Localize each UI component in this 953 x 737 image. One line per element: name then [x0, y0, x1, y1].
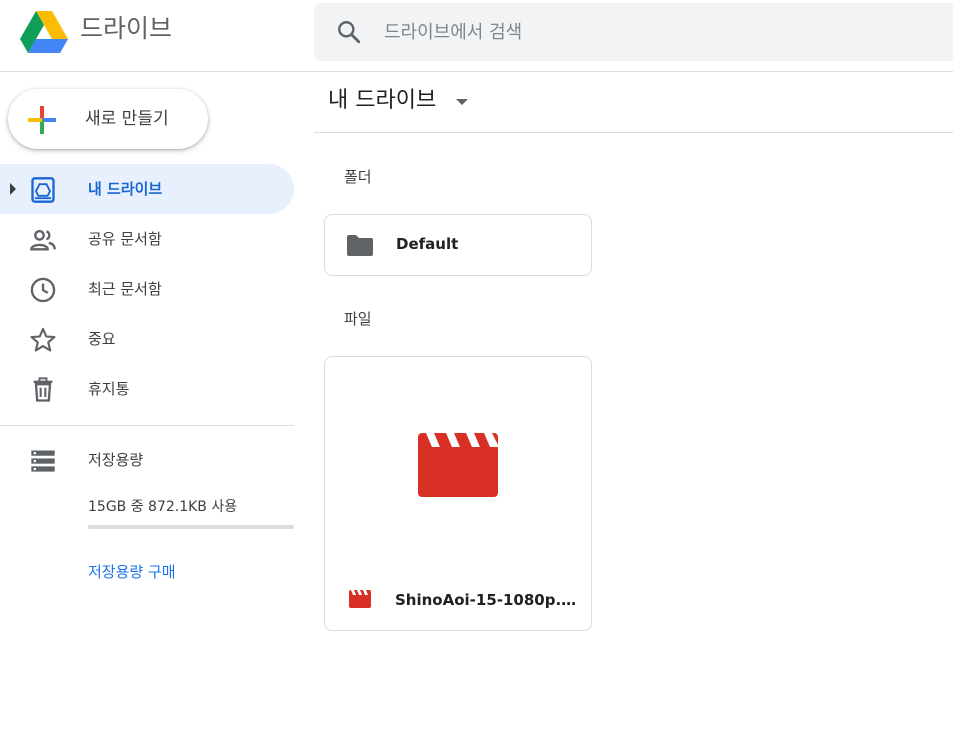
star-icon — [30, 327, 56, 352]
sidebar-item-storage[interactable]: 저장용량 — [0, 435, 294, 485]
folder-card[interactable]: Default — [324, 214, 592, 276]
sidebar-item-shared[interactable]: 공유 문서함 — [0, 214, 294, 264]
people-icon — [30, 229, 56, 251]
sidebar-item-label: 휴지통 — [88, 380, 130, 398]
folder-icon — [347, 235, 373, 256]
clock-icon — [30, 277, 56, 303]
sidebar-item-my-drive[interactable]: 내 드라이브 — [0, 164, 294, 214]
video-thumbnail-icon — [418, 433, 498, 497]
plus-icon — [28, 106, 56, 134]
sidebar: 새로 만들기 내 드라이브 공유 문서함 최근 문서함 중요 휴지통 저장용량 … — [0, 73, 300, 737]
sidebar-item-label: 공유 문서함 — [88, 230, 162, 248]
folder-name: Default — [396, 235, 459, 253]
sidebar-item-label: 저장용량 — [88, 451, 144, 469]
storage-icon — [31, 450, 55, 472]
expand-arrow-icon[interactable] — [10, 183, 16, 195]
sidebar-item-starred[interactable]: 중요 — [0, 314, 294, 364]
sidebar-item-recent[interactable]: 최근 문서함 — [0, 264, 294, 314]
storage-progress-bar — [88, 525, 294, 529]
page-title[interactable]: 내 드라이브 — [328, 85, 436, 117]
search-input[interactable] — [384, 12, 944, 52]
search-box[interactable] — [314, 3, 953, 61]
files-section-label: 파일 — [344, 310, 372, 328]
app-title: 드라이브 — [80, 14, 173, 43]
new-button[interactable]: 새로 만들기 — [8, 89, 208, 149]
new-button-label: 새로 만들기 — [85, 109, 169, 129]
my-drive-icon — [31, 177, 55, 203]
breadcrumb: 내 드라이브 — [314, 73, 953, 133]
sidebar-item-label: 중요 — [88, 330, 116, 348]
sidebar-item-trash[interactable]: 휴지통 — [0, 364, 294, 414]
buy-storage-link[interactable]: 저장용량 구매 — [88, 561, 176, 582]
file-name: ShinoAoi-15-1080p.mp4 — [395, 591, 583, 609]
trash-icon — [33, 377, 53, 402]
video-icon — [349, 590, 371, 608]
sidebar-divider — [0, 425, 294, 426]
folders-section-label: 폴더 — [344, 168, 372, 186]
top-header: 드라이브 — [0, 0, 953, 72]
sidebar-item-label: 내 드라이브 — [88, 180, 163, 198]
drive-logo-icon[interactable] — [20, 11, 68, 53]
sidebar-item-label: 최근 문서함 — [88, 280, 162, 298]
chevron-down-icon[interactable] — [456, 99, 468, 105]
search-icon[interactable] — [336, 19, 362, 45]
file-card[interactable]: ShinoAoi-15-1080p.mp4 — [324, 356, 592, 631]
storage-usage-text: 15GB 중 872.1KB 사용 — [88, 499, 238, 515]
main-content: 내 드라이브 폴더 Default 파일 ShinoAoi-15-1080p.m… — [314, 73, 953, 737]
